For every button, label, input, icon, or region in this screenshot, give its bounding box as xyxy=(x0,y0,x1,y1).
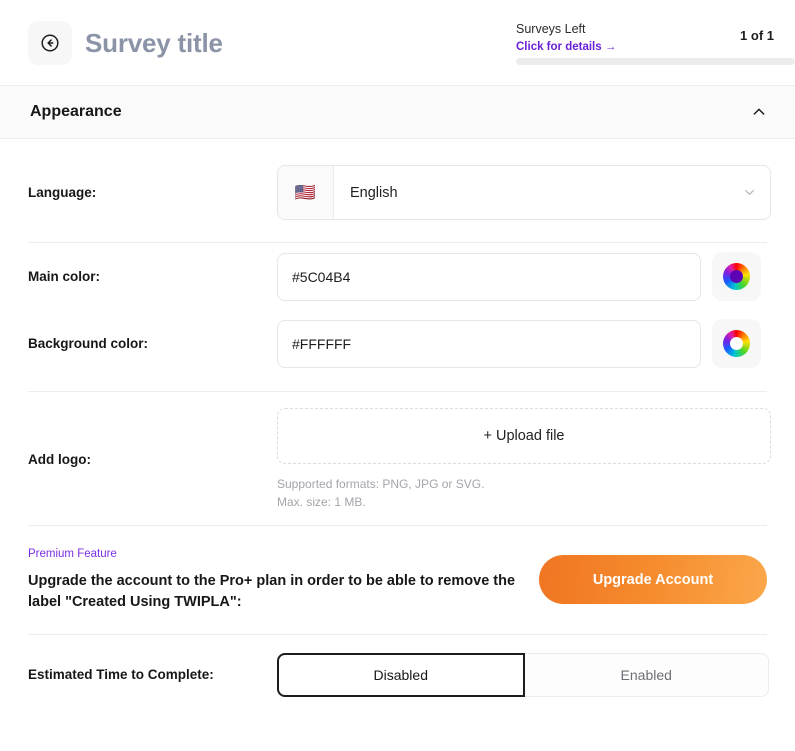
estimated-time-control: Disabled Enabled xyxy=(277,653,769,697)
background-color-label: Background color: xyxy=(28,335,149,351)
section-title: Appearance xyxy=(30,103,122,120)
surveys-count: 1 of 1 xyxy=(740,28,774,43)
back-button[interactable] xyxy=(28,21,72,65)
surveys-details-link[interactable]: Click for details → xyxy=(516,40,616,54)
main-color-control xyxy=(277,252,767,301)
background-color-control xyxy=(277,319,767,368)
color-wheel-core xyxy=(730,270,743,283)
estimated-time-row: Estimated Time to Complete: Disabled Ena… xyxy=(28,635,769,719)
main-color-row: Main color: xyxy=(28,243,767,310)
language-selected-value: English xyxy=(350,184,398,201)
upload-file-dropzone[interactable]: + Upload file xyxy=(277,408,771,464)
add-logo-row: Add logo: + Upload file Supported format… xyxy=(28,392,771,525)
premium-text: Premium Feature Upgrade the account to t… xyxy=(28,546,539,613)
language-select[interactable]: 🇺🇸 English xyxy=(277,165,771,220)
surveys-left-label: Surveys Left xyxy=(516,22,586,36)
estimated-time-label: Estimated Time to Complete: xyxy=(28,667,214,682)
surveys-progress-bar xyxy=(516,58,795,65)
page-title: Survey title xyxy=(85,28,223,58)
flag-us-icon: 🇺🇸 xyxy=(278,166,334,219)
surveys-left-widget: Surveys Left Click for details → 1 of 1 xyxy=(516,21,774,55)
premium-description: Upgrade the account to the Pro+ plan in … xyxy=(28,573,516,610)
background-color-picker-button[interactable] xyxy=(712,319,761,368)
add-logo-label: Add logo: xyxy=(28,451,91,467)
appearance-section-header[interactable]: Appearance xyxy=(0,86,795,139)
top-bar: Survey title Surveys Left Click for deta… xyxy=(0,0,795,86)
upload-hint-size: Max. size: 1 MB. xyxy=(277,495,366,509)
language-label: Language: xyxy=(28,184,97,200)
chevron-up-icon[interactable] xyxy=(747,100,771,124)
color-wheel-icon xyxy=(723,263,750,290)
arrow-left-circle-icon xyxy=(39,32,61,54)
color-wheel-core xyxy=(730,337,743,350)
premium-upgrade-block: Premium Feature Upgrade the account to t… xyxy=(28,526,767,634)
language-row: Language: 🇺🇸 English xyxy=(28,139,771,242)
upload-hint-formats: Supported formats: PNG, JPG or SVG. xyxy=(277,477,485,491)
main-color-label: Main color: xyxy=(28,268,101,284)
language-control: 🇺🇸 English xyxy=(277,165,771,220)
main-color-picker-button[interactable] xyxy=(712,252,761,301)
appearance-settings-page: Survey title Surveys Left Click for deta… xyxy=(0,0,795,751)
background-color-row: Background color: xyxy=(28,310,767,377)
upload-file-label: + Upload file xyxy=(483,428,565,444)
estimated-time-option-disabled[interactable]: Disabled xyxy=(277,653,525,697)
upload-hints: Supported formats: PNG, JPG or SVG. Max.… xyxy=(277,475,771,511)
premium-feature-badge: Premium Feature xyxy=(28,548,117,560)
main-color-input[interactable] xyxy=(277,252,701,301)
estimated-time-option-enabled[interactable]: Enabled xyxy=(524,653,769,697)
color-wheel-icon xyxy=(723,330,750,357)
estimated-time-toggle: Disabled Enabled xyxy=(277,653,769,697)
chevron-down-icon[interactable] xyxy=(728,166,770,219)
upgrade-account-button[interactable]: Upgrade Account xyxy=(539,555,767,604)
appearance-section-body: Language: 🇺🇸 English Main color: #5C04B4… xyxy=(0,139,795,719)
background-color-input[interactable] xyxy=(277,319,701,368)
add-logo-control: + Upload file Supported formats: PNG, JP… xyxy=(277,408,771,511)
